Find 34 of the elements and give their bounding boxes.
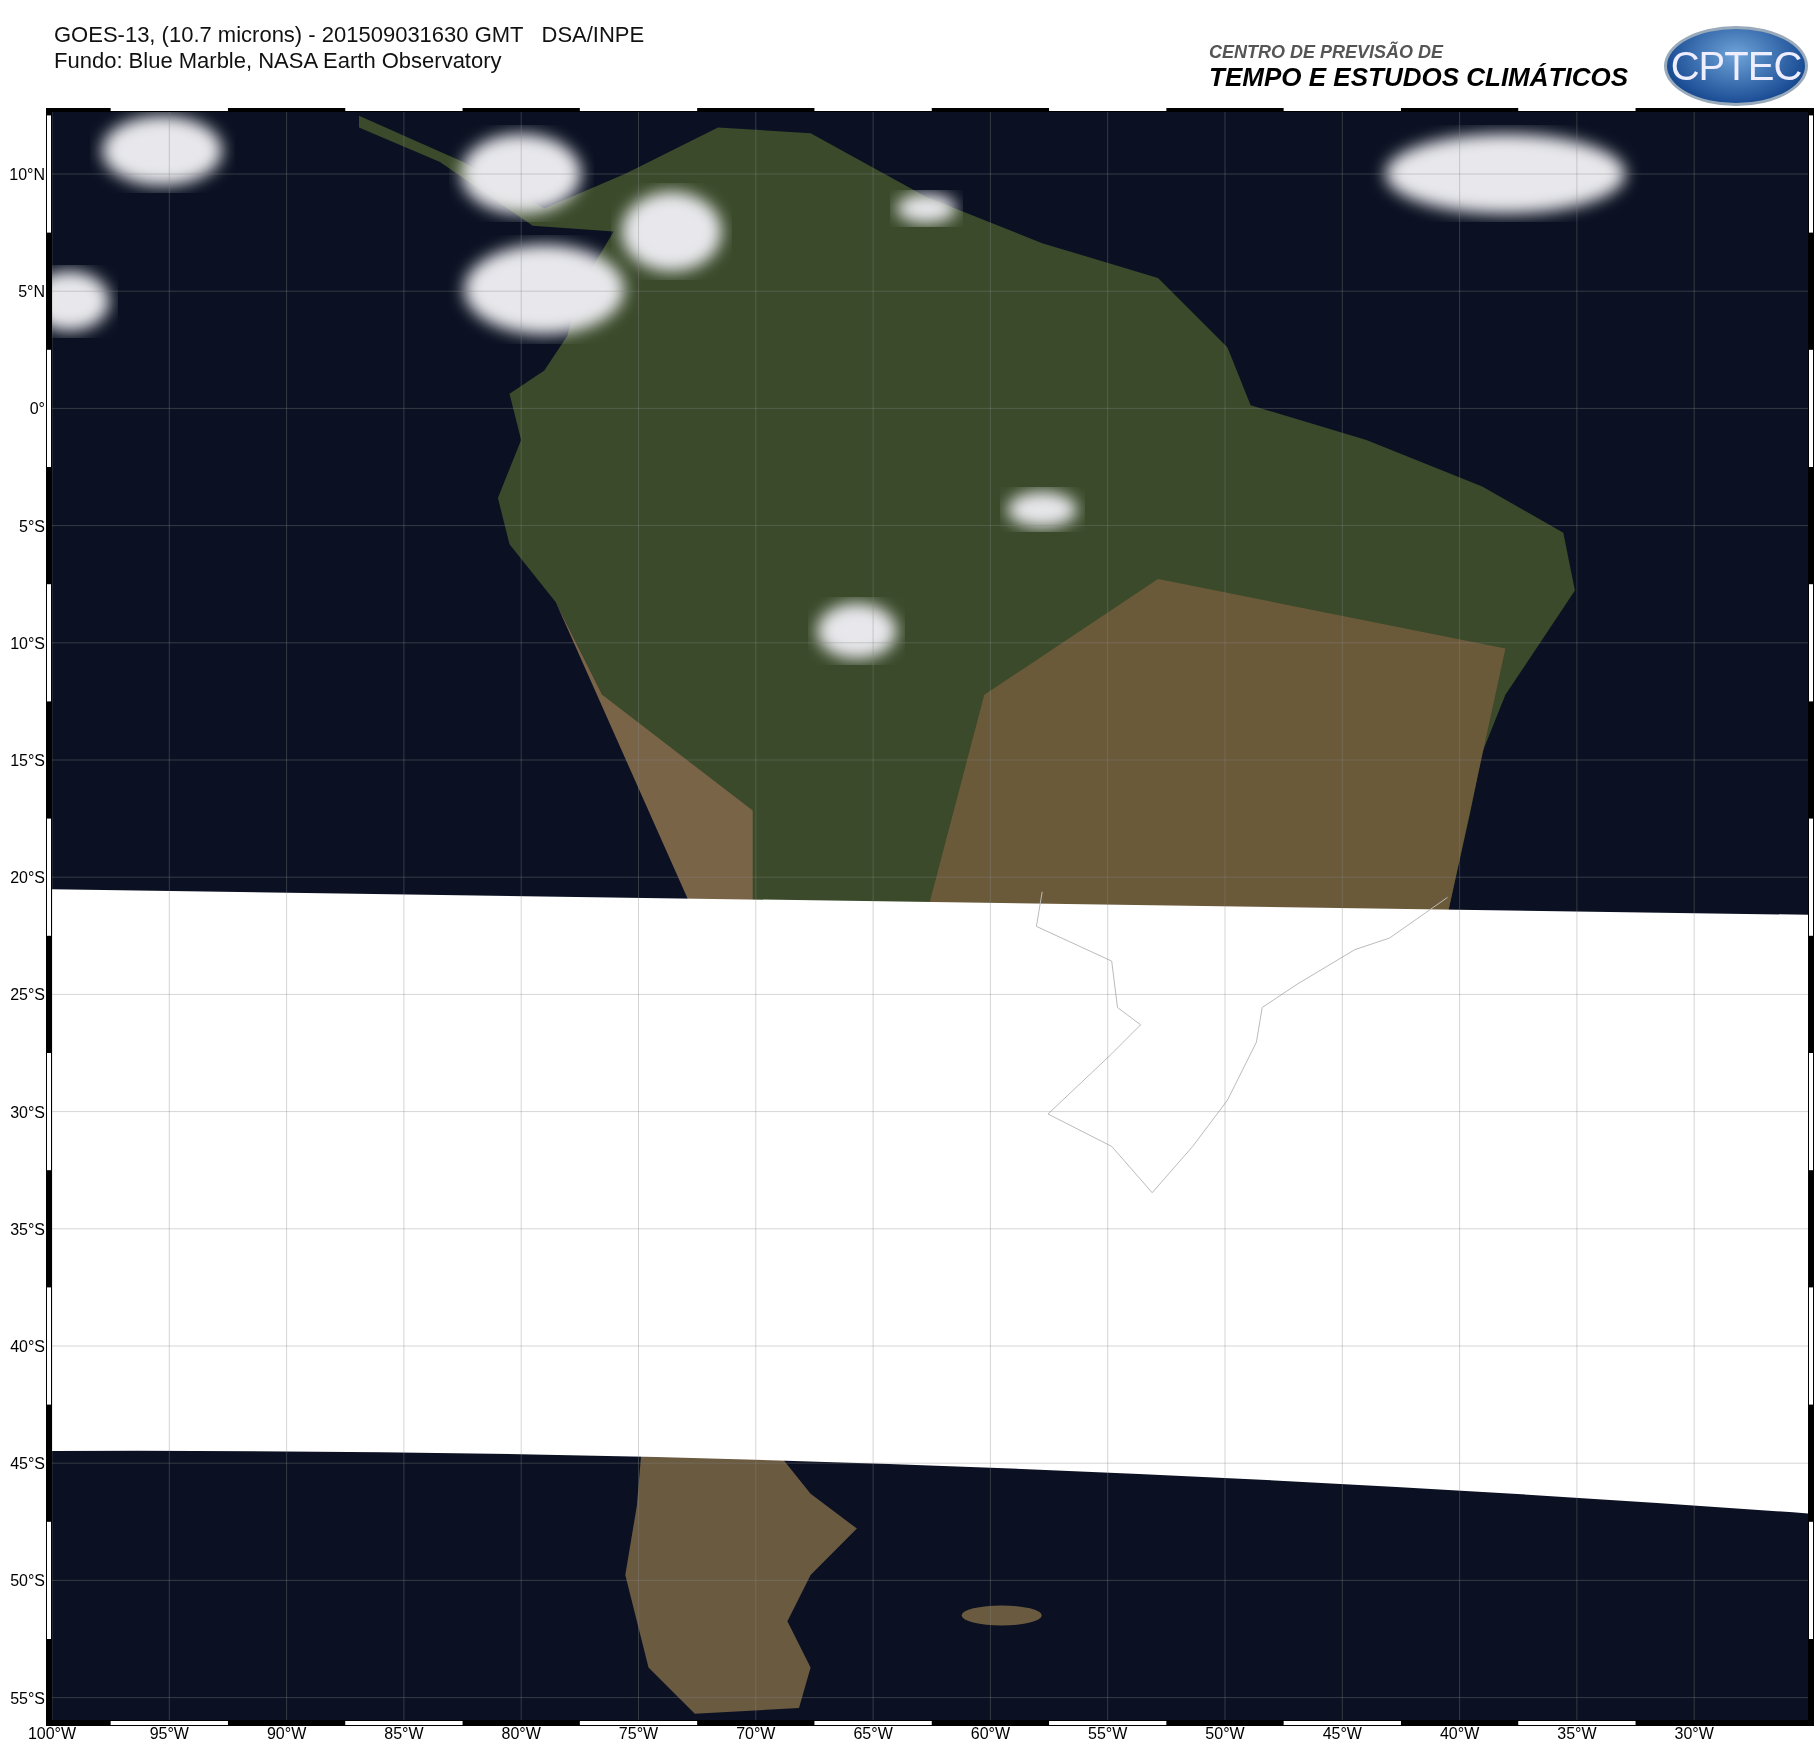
latitude-label: 50°S	[10, 1572, 45, 1590]
longitude-label: 50°W	[1205, 1725, 1245, 1742]
longitude-label: 55°W	[1088, 1725, 1128, 1742]
image-subtitle: Fundo: Blue Marble, NASA Earth Observatory	[54, 48, 503, 74]
image-title: GOES-13, (10.7 microns) - 201509031630 GMT DSA/INPE	[54, 22, 645, 48]
longitude-label: 80°W	[501, 1725, 541, 1742]
longitude-label: 40°W	[1439, 1725, 1480, 1742]
latitude-label: 20°S	[10, 869, 45, 887]
latitude-label: 5°S	[19, 517, 45, 535]
latitude-label: 40°S	[10, 1338, 45, 1355]
longitude-label: 95°W	[149, 1725, 189, 1742]
longitude-label: 35°W	[1557, 1725, 1597, 1742]
latitude-label: 5°N	[18, 283, 45, 301]
latitude-label: 25°S	[10, 986, 45, 1004]
longitude-label: 45°W	[1322, 1725, 1362, 1742]
latitude-label: 0°	[29, 400, 45, 418]
longitude-label: 60°W	[970, 1725, 1011, 1742]
cptec-logo: CPTEC	[1664, 26, 1808, 106]
latitude-label: 10°S	[10, 634, 45, 652]
longitude-label: 70°W	[736, 1725, 776, 1742]
latitude-label: 35°S	[10, 1220, 45, 1238]
longitude-label: 30°W	[1674, 1725, 1714, 1742]
longitude-label: 65°W	[853, 1725, 893, 1742]
latitude-label: 10°N	[9, 166, 45, 183]
longitude-label: 90°W	[266, 1725, 307, 1742]
institute-name-subtitle: TEMPO E ESTUDOS CLIMÁTICOS	[1209, 62, 1628, 91]
latitude-label: 15°S	[10, 752, 45, 769]
longitude-label: 85°W	[384, 1725, 424, 1742]
latitude-label: 55°S	[10, 1689, 45, 1707]
longitude-label: 75°W	[618, 1725, 659, 1742]
latitude-label: 30°S	[10, 1103, 45, 1121]
latitude-label: 45°S	[10, 1455, 45, 1473]
institute-name: CENTRO DE PREVISÃO DE	[1209, 41, 1445, 63]
longitude-label: 100°W	[27, 1725, 77, 1742]
